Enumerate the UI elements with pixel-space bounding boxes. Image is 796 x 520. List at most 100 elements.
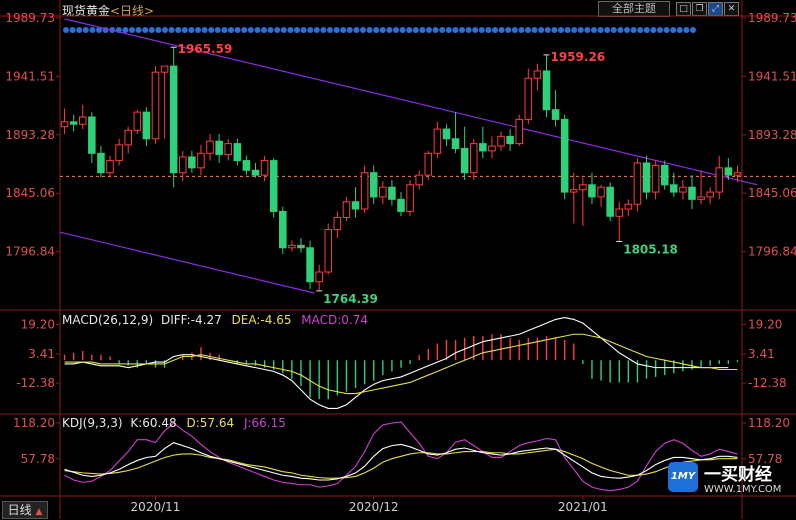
event-dot xyxy=(531,27,538,33)
event-dot xyxy=(663,27,670,33)
candle-body xyxy=(597,186,605,198)
event-dot xyxy=(353,27,360,33)
event-dot xyxy=(683,27,690,33)
kdj-d-label: D:57.64 xyxy=(186,416,235,430)
price-tick-right-2: 1893.28 xyxy=(748,128,796,142)
brand-watermark: 1MY 一买财经 WWW.1MY.COM xyxy=(668,460,790,500)
candle-body xyxy=(388,186,396,200)
candle-body xyxy=(233,143,242,162)
candle-body xyxy=(724,167,733,176)
event-dot xyxy=(274,27,281,33)
candle-body xyxy=(397,198,405,212)
event-dot xyxy=(247,27,254,33)
event-dot xyxy=(591,27,597,33)
candle-body xyxy=(133,111,142,131)
event-dot xyxy=(399,27,406,33)
candle-body xyxy=(469,143,478,174)
price-tick-right-0: 1989.73 xyxy=(748,11,796,25)
candle-body xyxy=(615,208,624,217)
kdj-d-line xyxy=(64,448,738,479)
event-dot xyxy=(320,27,327,33)
candle-body xyxy=(679,186,687,193)
price-tick-right-1: 1941.51 xyxy=(748,69,796,83)
event-dot xyxy=(465,27,472,33)
event-dot xyxy=(379,27,386,33)
candle-body xyxy=(288,244,296,249)
event-dot xyxy=(419,27,426,33)
candle-body xyxy=(160,65,169,73)
event-dot xyxy=(208,27,215,33)
event-dot xyxy=(406,27,413,33)
brand-name: 一买财经 xyxy=(704,465,772,485)
candle-body xyxy=(151,71,160,140)
event-dot xyxy=(617,27,624,33)
event-dot xyxy=(188,27,195,33)
macd-title: MACD(26,12,9) xyxy=(62,313,154,327)
candle-body xyxy=(524,77,533,120)
candle-body xyxy=(60,121,69,128)
channel-upper-line xyxy=(64,18,758,186)
candle-body xyxy=(688,186,696,200)
event-dot xyxy=(643,27,650,33)
event-dot xyxy=(69,27,76,33)
price-annotation-3: 1805.18 xyxy=(623,243,678,257)
candle-body xyxy=(342,201,351,218)
event-dot xyxy=(168,27,175,33)
event-dot xyxy=(571,27,578,33)
candle-body xyxy=(660,164,669,186)
macd-tick-left-1: 3.41 xyxy=(28,347,55,361)
event-dot xyxy=(254,27,261,33)
macd-tick-left-0: 19.20 xyxy=(21,318,55,332)
candle-body xyxy=(424,152,433,176)
event-dot xyxy=(650,27,657,33)
event-dot xyxy=(511,27,518,33)
event-dot xyxy=(690,27,696,33)
candle-body xyxy=(451,138,460,149)
candle-body xyxy=(442,128,451,140)
candle-body xyxy=(497,135,505,147)
event-dot xyxy=(538,27,545,33)
candle-body xyxy=(670,184,678,193)
event-dot xyxy=(564,27,571,33)
candle-body xyxy=(224,143,233,156)
candle-body xyxy=(733,172,742,176)
price-tick-left-1: 1941.51 xyxy=(5,69,55,83)
kdj-tick-right-0: 118.20 xyxy=(748,416,790,430)
event-dot xyxy=(294,27,300,33)
channel-lower-line xyxy=(59,231,315,294)
candle-body xyxy=(279,210,287,249)
event-dot xyxy=(327,27,333,33)
candle-body xyxy=(633,162,642,205)
event-dot xyxy=(558,27,564,33)
event-dot xyxy=(657,27,663,33)
event-dot xyxy=(544,27,551,33)
chart-svg[interactable]: 1989.73 1989.73 1941.51 1941.51 1893.28 1893.… xyxy=(0,0,796,519)
candle-body xyxy=(242,160,251,171)
candle-body xyxy=(351,201,360,210)
event-dot xyxy=(505,27,512,33)
footer-period-arrow: ▲ xyxy=(35,507,43,517)
candle-body xyxy=(333,216,342,231)
event-dot xyxy=(670,27,677,33)
kdj-k-label: K:60.48 xyxy=(130,416,177,430)
footer-period-button[interactable]: 日线 ▲ xyxy=(2,501,48,519)
candle-body xyxy=(215,140,223,156)
price-tick-right-4: 1796.84 xyxy=(748,245,796,259)
event-dot xyxy=(162,27,168,33)
candle-body xyxy=(306,247,314,283)
event-dot xyxy=(597,27,604,33)
kdj-k-line xyxy=(64,442,738,481)
candle-body xyxy=(188,156,196,169)
candle-body xyxy=(588,184,596,198)
event-dot xyxy=(624,27,630,33)
event-dot xyxy=(148,27,155,33)
event-dot xyxy=(432,27,439,33)
candle-body xyxy=(579,184,587,191)
event-dot xyxy=(452,27,459,33)
event-dot xyxy=(373,27,380,33)
candle-body xyxy=(606,186,614,217)
candle-body xyxy=(297,244,305,249)
price-tick-left-4: 1796.84 xyxy=(5,245,55,259)
event-dot xyxy=(82,27,89,33)
event-dot xyxy=(360,27,366,33)
